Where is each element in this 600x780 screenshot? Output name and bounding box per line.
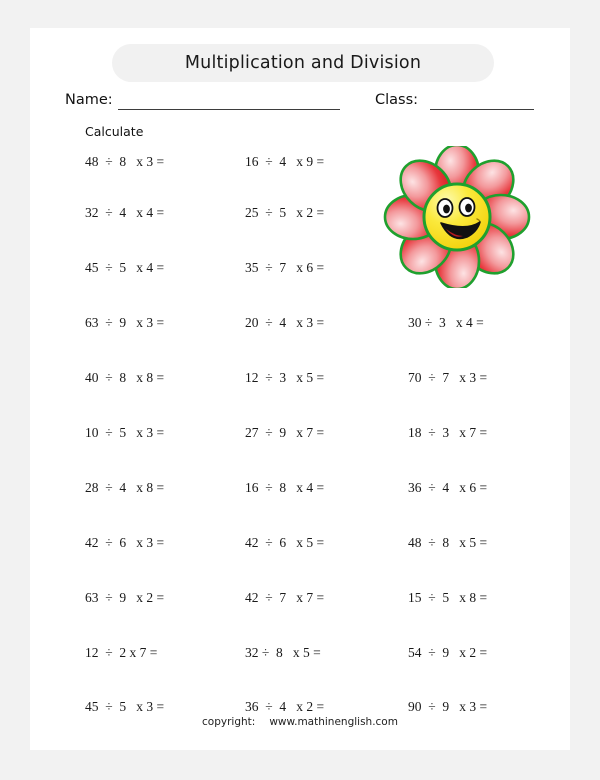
page-title: Multiplication and Division bbox=[184, 53, 422, 73]
student-info-row: Name: Class: bbox=[30, 90, 570, 116]
problem-row: 42 ÷ 6 x 3 = 42 ÷ 6 x 5 = 48 ÷ 8 x 5 = bbox=[30, 533, 570, 553]
problem-cell[interactable]: 40 ÷ 8 x 8 = bbox=[85, 368, 205, 388]
problem-cell[interactable]: 42 ÷ 7 x 7 = bbox=[245, 588, 365, 608]
problem-cell[interactable]: 18 ÷ 3 x 7 = bbox=[408, 423, 528, 443]
problem-cell[interactable]: 16 ÷ 4 x 9 = bbox=[245, 152, 365, 172]
problem-cell[interactable]: 42 ÷ 6 x 3 = bbox=[85, 533, 205, 553]
class-input-line[interactable] bbox=[430, 109, 534, 110]
problem-cell[interactable]: 20 ÷ 4 x 3 = bbox=[245, 313, 365, 333]
instruction-text: Calculate bbox=[85, 124, 144, 139]
problem-cell[interactable]: 36 ÷ 4 x 2 = bbox=[245, 697, 365, 717]
problem-cell[interactable]: 27 ÷ 9 x 7 = bbox=[245, 423, 365, 443]
problem-cell[interactable]: 45 ÷ 5 x 4 = bbox=[85, 258, 205, 278]
footer: copyright: www.mathinenglish.com bbox=[30, 716, 570, 728]
problem-row: 12 ÷ 2 x 7 = 32 ÷ 8 x 5 = 54 ÷ 9 x 2 = bbox=[30, 643, 570, 663]
problem-cell[interactable]: 48 ÷ 8 x 5 = bbox=[408, 533, 528, 553]
problem-cell[interactable]: 25 ÷ 5 x 2 = bbox=[245, 203, 365, 223]
problem-cell[interactable]: 63 ÷ 9 x 3 = bbox=[85, 313, 205, 333]
problem-cell[interactable]: 48 ÷ 8 x 3 = bbox=[85, 152, 205, 172]
problem-cell[interactable]: 32 ÷ 8 x 5 = bbox=[245, 643, 365, 663]
name-input-line[interactable] bbox=[118, 109, 340, 110]
problem-row: 10 ÷ 5 x 3 = 27 ÷ 9 x 7 = 18 ÷ 3 x 7 = bbox=[30, 423, 570, 443]
title-banner: Multiplication and Division bbox=[112, 44, 494, 82]
worksheet-page: Multiplication and Division Name: Class:… bbox=[30, 28, 570, 750]
problem-cell[interactable]: 28 ÷ 4 x 8 = bbox=[85, 478, 205, 498]
problem-cell[interactable]: 42 ÷ 6 x 5 = bbox=[245, 533, 365, 553]
problem-cell[interactable]: 12 ÷ 3 x 5 = bbox=[245, 368, 365, 388]
problem-row: 48 ÷ 8 x 3 = 16 ÷ 4 x 9 = bbox=[30, 152, 570, 172]
problem-row: 63 ÷ 9 x 2 = 42 ÷ 7 x 7 = 15 ÷ 5 x 8 = bbox=[30, 588, 570, 608]
problem-cell[interactable]: 45 ÷ 5 x 3 = bbox=[85, 697, 205, 717]
problem-cell[interactable]: 36 ÷ 4 x 6 = bbox=[408, 478, 528, 498]
problem-row: 63 ÷ 9 x 3 = 20 ÷ 4 x 3 = 30 ÷ 3 x 4 = bbox=[30, 313, 570, 333]
problem-cell[interactable]: 70 ÷ 7 x 3 = bbox=[408, 368, 528, 388]
problem-cell[interactable]: 30 ÷ 3 x 4 = bbox=[408, 313, 528, 333]
name-label: Name: bbox=[65, 92, 113, 108]
problem-cell[interactable]: 90 ÷ 9 x 3 = bbox=[408, 697, 528, 717]
problem-cell[interactable]: 12 ÷ 2 x 7 = bbox=[85, 643, 205, 663]
problem-row: 40 ÷ 8 x 8 = 12 ÷ 3 x 5 = 70 ÷ 7 x 3 = bbox=[30, 368, 570, 388]
problem-cell[interactable]: 54 ÷ 9 x 2 = bbox=[408, 643, 528, 663]
problem-row: 32 ÷ 4 x 4 = 25 ÷ 5 x 2 = bbox=[30, 203, 570, 223]
problem-grid: 48 ÷ 8 x 3 = 16 ÷ 4 x 9 = 32 ÷ 4 x 4 = 2… bbox=[30, 152, 570, 714]
problem-cell[interactable]: 10 ÷ 5 x 3 = bbox=[85, 423, 205, 443]
problem-row: 45 ÷ 5 x 4 = 35 ÷ 7 x 6 = bbox=[30, 258, 570, 278]
problem-cell[interactable]: 16 ÷ 8 x 4 = bbox=[245, 478, 365, 498]
problem-cell[interactable]: 15 ÷ 5 x 8 = bbox=[408, 588, 528, 608]
site-url: www.mathinenglish.com bbox=[269, 716, 398, 728]
problem-cell[interactable]: 63 ÷ 9 x 2 = bbox=[85, 588, 205, 608]
class-label: Class: bbox=[375, 92, 419, 108]
problem-row: 28 ÷ 4 x 8 = 16 ÷ 8 x 4 = 36 ÷ 4 x 6 = bbox=[30, 478, 570, 498]
problem-row: 45 ÷ 5 x 3 = 36 ÷ 4 x 2 = 90 ÷ 9 x 3 = bbox=[30, 697, 570, 717]
copyright-label: copyright: bbox=[202, 716, 256, 728]
problem-cell[interactable]: 35 ÷ 7 x 6 = bbox=[245, 258, 365, 278]
problem-cell[interactable]: 32 ÷ 4 x 4 = bbox=[85, 203, 205, 223]
